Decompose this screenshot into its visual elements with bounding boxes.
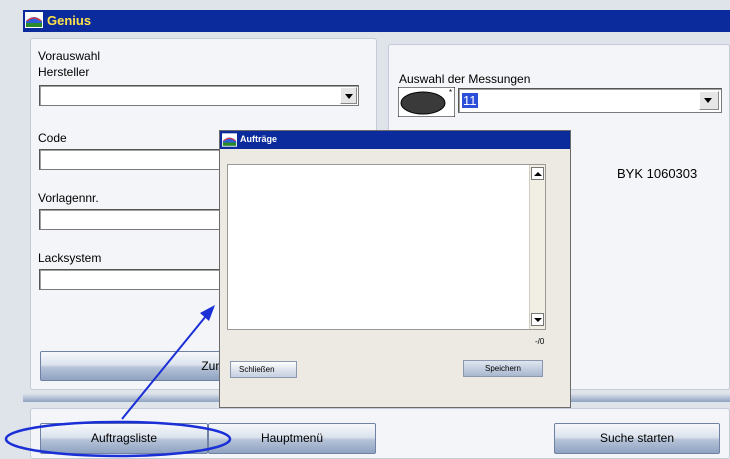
annotation-overlay [4,305,232,458]
highlight-ellipse [4,420,232,458]
arrow-head-icon [200,305,215,321]
app-window: Genius Vorauswahl Hersteller Code Vorlag… [0,0,730,459]
annotation-arrow [121,315,207,420]
